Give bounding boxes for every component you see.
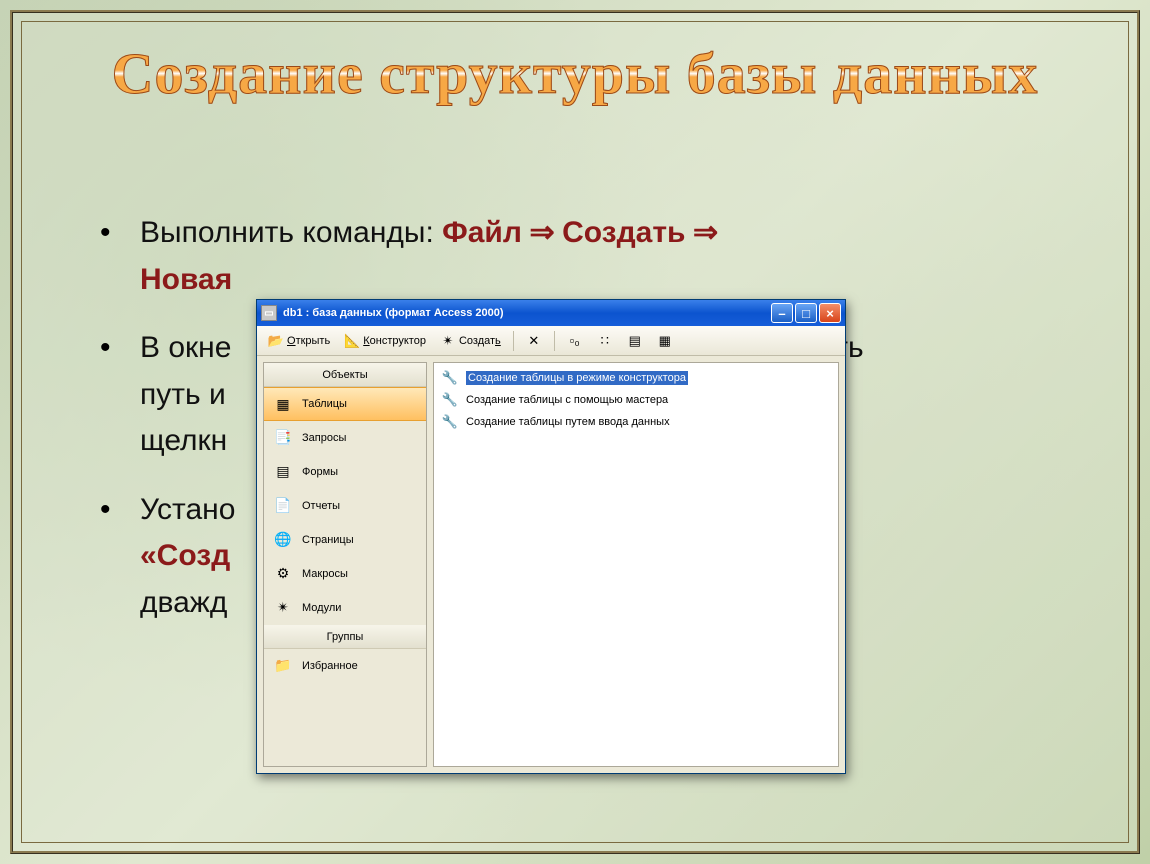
sidebar-group-label: Избранное [302,660,358,672]
content-list: 🔧Создание таблицы в режиме конструктора🔧… [433,362,839,767]
create-icon: ✴ [440,333,456,349]
slide-title: Создание структуры базы данных [0,40,1150,107]
sidebar-item-label: Макросы [302,568,348,580]
delete-icon: ✕ [526,333,542,349]
list-item-label: Создание таблицы с помощью мастера [466,394,668,406]
list-view-button[interactable]: ▤ [622,330,648,352]
large-icons-icon: ▫₀ [567,333,583,349]
list-item[interactable]: 🔧 Создание таблицы в режиме конструктора [436,367,836,389]
large-icons-button[interactable]: ▫₀ [562,330,588,352]
list-item-label: Создание таблицы в режиме конструктора [466,371,688,385]
open-button[interactable]: 📂 Открыть [263,330,335,352]
maximize-button[interactable]: □ [795,303,817,323]
sidebar-item-отчеты[interactable]: 📄 Отчеты [264,489,426,523]
sidebar-item-макросы[interactable]: ⚙ Макросы [264,557,426,591]
folder-icon: 📁 [274,657,292,675]
design-icon: 📐 [344,333,360,349]
list-icon: ▤ [627,333,643,349]
sidebar-item-label: Запросы [302,432,346,444]
separator [513,331,514,351]
small-icons-button[interactable]: ∷ [592,330,618,352]
wizard-icon: 🔧 [442,414,458,430]
create-button[interactable]: ✴ Создать [435,330,506,352]
delete-button[interactable]: ✕ [521,330,547,352]
titlebar[interactable]: ▭ db1 : база данных (формат Access 2000)… [257,300,845,326]
toolbar: 📂 Открыть 📐 Конструктор ✴ Создать ✕ ▫₀ ∷… [257,326,845,356]
sidebar-item-запросы[interactable]: 📑 Запросы [264,421,426,455]
sidebar-header-groups[interactable]: Группы [264,625,426,649]
sidebar-item-label: Формы [302,466,338,478]
details-view-button[interactable]: ▦ [652,330,678,352]
app-icon: ▭ [261,305,277,321]
sidebar-header-objects[interactable]: Объекты [264,363,426,387]
list-item[interactable]: 🔧 Создание таблицы с помощью мастера [436,389,836,411]
close-button[interactable]: × [819,303,841,323]
sidebar-icon: 🌐 [274,531,292,549]
sidebar-icon: ▤ [274,463,292,481]
details-icon: ▦ [657,333,673,349]
design-button[interactable]: 📐 Конструктор [339,330,431,352]
sidebar-item-label: Модули [302,602,341,614]
wizard-icon: 🔧 [442,392,458,408]
window-title: db1 : база данных (формат Access 2000) [283,307,769,319]
sidebar-icon: 📑 [274,429,292,447]
sidebar-group-избранное[interactable]: 📁 Избранное [264,649,426,683]
sidebar-item-label: Отчеты [302,500,340,512]
sidebar-item-страницы[interactable]: 🌐 Страницы [264,523,426,557]
list-item[interactable]: 🔧 Создание таблицы путем ввода данных [436,411,836,433]
sidebar-item-label: Страницы [302,534,354,546]
sidebar-item-label: Таблицы [302,398,347,410]
list-item-label: Создание таблицы путем ввода данных [466,416,670,428]
sidebar-icon: ▦ [274,395,292,413]
minimize-button[interactable]: – [771,303,793,323]
sidebar-icon: ⚙ [274,565,292,583]
wizard-icon: 🔧 [442,370,458,386]
sidebar-icon: ✴ [274,599,292,617]
separator [554,331,555,351]
access-db-window: ▭ db1 : база данных (формат Access 2000)… [256,299,846,774]
small-icons-icon: ∷ [597,333,613,349]
open-icon: 📂 [268,333,284,349]
bullet-1: Выполнить команды: Файл ⇒ Создать ⇒ Нова… [80,210,1070,303]
sidebar-item-таблицы[interactable]: ▦ Таблицы [264,387,426,421]
sidebar: Объекты ▦ Таблицы 📑 Запросы ▤ Формы 📄 Отчеты 🌐 Ст… [263,362,427,767]
sidebar-item-модули[interactable]: ✴ Модули [264,591,426,625]
sidebar-item-формы[interactable]: ▤ Формы [264,455,426,489]
sidebar-icon: 📄 [274,497,292,515]
